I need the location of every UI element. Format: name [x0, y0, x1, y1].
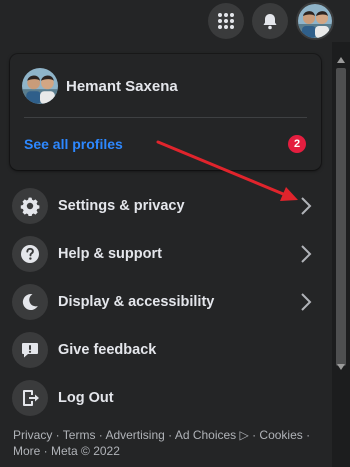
menu-item-settings-privacy[interactable]: Settings & privacy: [8, 184, 324, 228]
scroll-up-arrow-icon[interactable]: [336, 56, 346, 64]
profile-name: Hemant Saxena: [66, 77, 178, 95]
scrollbar[interactable]: [332, 42, 350, 467]
menu-item-label: Display & accessibility: [58, 294, 215, 310]
moon-icon: [12, 284, 48, 320]
menu-item-help-support[interactable]: Help & support: [8, 232, 324, 276]
gear-icon: [12, 188, 48, 224]
card-divider: [24, 117, 307, 118]
notifications-button[interactable]: [252, 3, 288, 39]
bell-icon: [263, 14, 277, 30]
scroll-down-arrow-icon[interactable]: [336, 363, 346, 371]
menu-item-label: Give feedback: [58, 342, 157, 358]
profile-card: Hemant Saxena See all profiles 2: [10, 54, 321, 170]
menu-item-label: Settings & privacy: [58, 198, 185, 214]
footer-line-2[interactable]: More · Meta © 2022: [13, 443, 323, 459]
menu-item-label: Help & support: [58, 246, 162, 262]
menu-item-give-feedback[interactable]: Give feedback: [8, 328, 324, 372]
grid-menu-button[interactable]: [208, 3, 244, 39]
profile-row[interactable]: Hemant Saxena: [22, 68, 178, 104]
question-icon: [12, 236, 48, 272]
see-all-profiles-link[interactable]: See all profiles: [24, 136, 123, 152]
feedback-icon: [12, 332, 48, 368]
logout-icon: [12, 380, 48, 416]
menu-item-log-out[interactable]: Log Out: [8, 376, 324, 420]
grid-menu-icon: [218, 13, 234, 29]
scroll-thumb[interactable]: [336, 68, 346, 366]
profiles-count-badge: 2: [288, 135, 306, 153]
account-avatar-button[interactable]: [296, 2, 334, 40]
menu-item-display-accessibility[interactable]: Display & accessibility: [8, 280, 324, 324]
avatar: [298, 4, 332, 38]
chevron-right-icon: [301, 293, 312, 311]
top-bar: [0, 0, 350, 42]
footer-line-1[interactable]: Privacy · Terms · Advertising · Ad Choic…: [13, 427, 323, 443]
chevron-right-icon: [301, 197, 312, 215]
account-menu-panel: Hemant Saxena See all profiles 2 Setting…: [0, 42, 332, 467]
footer-links: Privacy · Terms · Advertising · Ad Choic…: [13, 427, 323, 459]
menu-item-label: Log Out: [58, 390, 114, 406]
avatar: [22, 68, 58, 104]
chevron-right-icon: [301, 245, 312, 263]
